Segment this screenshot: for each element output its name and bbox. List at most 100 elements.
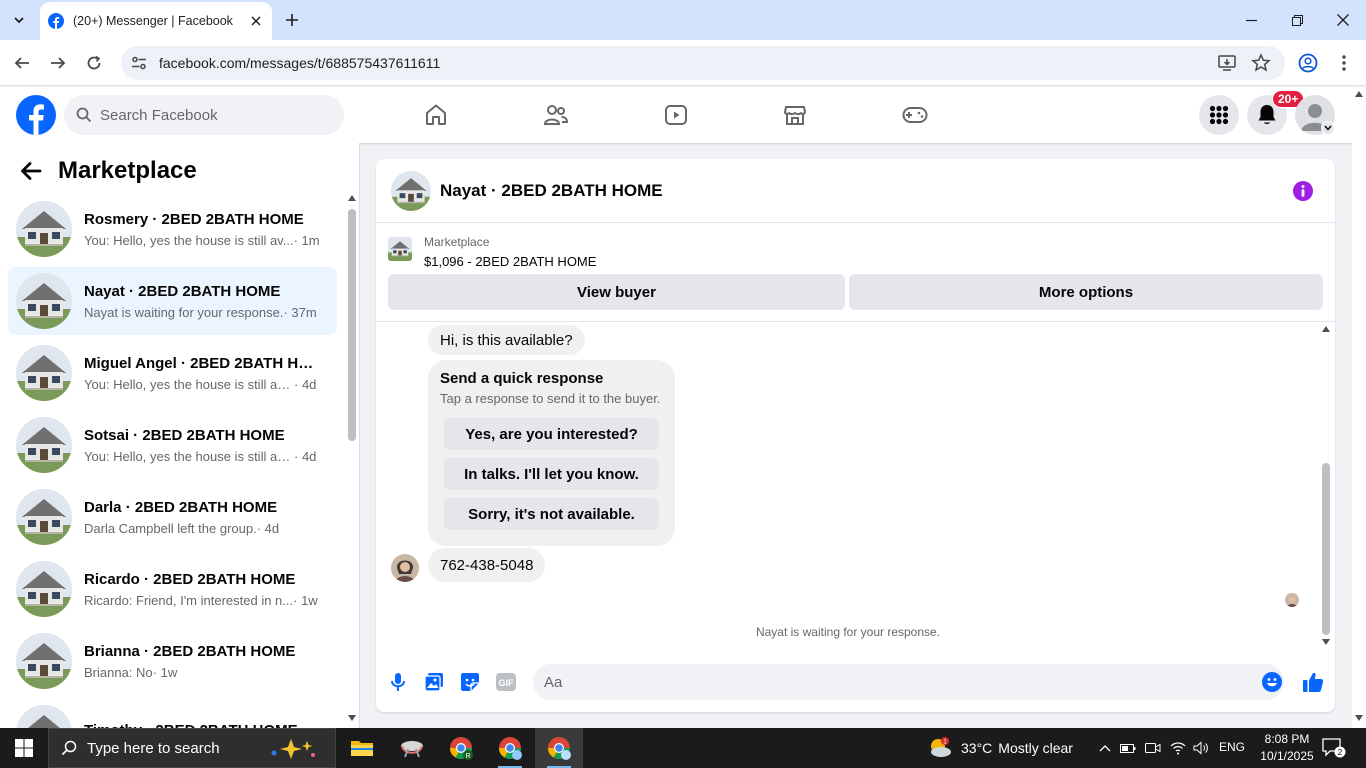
conversation-item[interactable]: Miguel Angel · 2BED 2BATH HO... You: Hell…	[8, 339, 337, 407]
sidebar-scrollbar[interactable]	[345, 195, 359, 725]
chevron-down-icon[interactable]	[1321, 121, 1335, 135]
sticker-icon[interactable]	[458, 670, 482, 694]
quick-response-option[interactable]: Sorry, it's not available.	[444, 498, 659, 530]
marketplace-nav-icon[interactable]	[765, 91, 825, 139]
chat-scrollbar[interactable]	[1319, 324, 1333, 649]
sidebar-title: Marketplace	[58, 157, 197, 184]
back-button[interactable]	[10, 51, 34, 75]
gaming-nav-icon[interactable]	[885, 91, 945, 139]
conversation-avatar	[16, 705, 72, 728]
sender-avatar[interactable]	[391, 554, 419, 582]
chrome-menu-icon[interactable]	[1332, 51, 1356, 75]
conversation-item[interactable]: Ricardo · 2BED 2BATH HOME Ricardo: Friend…	[8, 555, 337, 623]
gif-icon[interactable]: GIF	[494, 670, 518, 694]
address-bar[interactable]: facebook.com/messages/t/688575437611611	[121, 46, 1285, 80]
view-buyer-button[interactable]: View buyer	[388, 274, 845, 310]
chevron-up-icon[interactable]	[1097, 740, 1113, 756]
tab-search-button[interactable]	[6, 7, 32, 33]
site-settings-icon[interactable]	[129, 55, 149, 71]
info-icon[interactable]	[1293, 181, 1313, 201]
conversation-item[interactable]: Darla · 2BED 2BATH HOME Darla Campbell le…	[8, 483, 337, 551]
weather-condition: Mostly clear	[998, 740, 1073, 756]
photo-icon[interactable]	[422, 670, 446, 694]
chat-header[interactable]: Nayat · 2BED 2BATH HOME	[376, 159, 1335, 223]
battery-icon[interactable]	[1120, 740, 1136, 756]
conversation-avatar	[16, 417, 72, 473]
reload-button[interactable]	[82, 51, 106, 75]
minimize-button[interactable]	[1228, 0, 1274, 40]
chrome-profile-icon-2[interactable]	[486, 728, 534, 768]
meet-now-icon[interactable]	[1145, 740, 1161, 756]
conversation-item[interactable]: Rosmery · 2BED 2BATH HOME You: Hello, yes…	[8, 195, 337, 263]
sidebar-scroll-thumb[interactable]	[348, 209, 356, 441]
conversation-item[interactable]: Brianna · 2BED 2BATH HOME Brianna: No · 1w	[8, 627, 337, 695]
menu-grid-icon[interactable]	[1199, 95, 1239, 135]
volume-icon[interactable]	[1193, 740, 1209, 756]
emoji-icon[interactable]	[1262, 672, 1282, 692]
tab-close-icon[interactable]	[248, 13, 264, 29]
notification-center-icon[interactable]: 2	[1322, 738, 1346, 758]
search-icon	[61, 740, 77, 756]
conversation-preview: Brianna: No	[84, 664, 153, 680]
conversation-name: Darla · 2BED 2BATH HOME	[84, 498, 278, 516]
file-explorer-icon[interactable]	[338, 728, 386, 768]
app-icon[interactable]	[388, 728, 436, 768]
chrome-profile-icon[interactable]	[1296, 51, 1320, 75]
browser-tab-active[interactable]: (20+) Messenger | Facebook	[40, 2, 272, 40]
video-nav-icon[interactable]	[646, 91, 706, 139]
listing-info[interactable]: Marketplace $1,096 - 2BED 2BATH HOME	[388, 233, 596, 269]
system-clock[interactable]: 8:08 PM 10/1/2025	[1252, 731, 1322, 765]
quick-response-option[interactable]: In talks. I'll let you know.	[444, 458, 659, 490]
chrome-profile-active-icon[interactable]	[535, 728, 583, 768]
listing-source: Marketplace	[424, 235, 490, 249]
forward-button[interactable]	[46, 51, 70, 75]
divider	[376, 321, 1335, 322]
weather-temperature: 33°C	[961, 740, 993, 756]
conversation-time: · 37m	[283, 304, 317, 320]
language-indicator[interactable]: ENG	[1219, 740, 1245, 754]
taskbar-search-box[interactable]: Type here to search	[48, 728, 336, 768]
facebook-search-input[interactable]: Search Facebook	[64, 95, 344, 135]
conversation-time: · 1w	[293, 592, 318, 608]
conversation-name: Miguel Angel · 2BED 2BATH HO...	[84, 354, 322, 372]
more-options-button[interactable]: More options	[849, 274, 1323, 310]
back-arrow-icon[interactable]	[20, 161, 42, 181]
microphone-icon[interactable]	[386, 670, 410, 694]
conversation-item[interactable]: Sotsai · 2BED 2BATH HOME You: Hello, yes …	[8, 411, 337, 479]
search-placeholder: Search Facebook	[100, 106, 218, 124]
weather-widget[interactable]: 1 33°C Mostly clear	[928, 728, 1073, 768]
new-tab-button[interactable]	[282, 10, 302, 30]
conversation-name: Ricardo · 2BED 2BATH HOME	[84, 570, 296, 588]
conversation-time: · 1m	[293, 232, 320, 248]
waiting-status: Nayat is waiting for your response.	[755, 625, 941, 639]
page-scrollbar[interactable]	[1352, 87, 1366, 728]
conversation-avatar	[16, 633, 72, 689]
browser-tab-strip: (20+) Messenger | Facebook	[0, 0, 1366, 40]
windows-start-icon[interactable]	[0, 728, 48, 768]
conversation-time: · 4d	[294, 448, 317, 464]
conversation-time: · 4d	[294, 376, 317, 392]
conversation-preview: You: Hello, yes the house is still ava..…	[84, 376, 294, 392]
message-bubble: Hi, is this available?	[428, 325, 585, 355]
restore-button[interactable]	[1274, 0, 1320, 40]
bookmark-star-icon[interactable]	[1251, 53, 1271, 73]
facebook-logo-icon[interactable]	[16, 95, 56, 135]
clock-time: 8:08 PM	[1264, 732, 1310, 746]
close-window-button[interactable]	[1320, 0, 1366, 40]
conversation-item[interactable]: Nayat · 2BED 2BATH HOME Nayat is waiting …	[8, 267, 337, 335]
browser-toolbar: facebook.com/messages/t/688575437611611	[0, 40, 1366, 86]
friends-nav-icon[interactable]	[526, 91, 586, 139]
quick-response-option[interactable]: Yes, are you interested?	[444, 418, 659, 450]
chat-scroll-thumb[interactable]	[1322, 463, 1330, 635]
home-nav-icon[interactable]	[406, 91, 466, 139]
message-input[interactable]: Aa	[533, 664, 1284, 700]
chrome-profile-r-icon[interactable]: R	[437, 728, 485, 768]
wifi-icon[interactable]	[1170, 740, 1186, 756]
install-app-icon[interactable]	[1217, 53, 1237, 73]
conversation-item[interactable]: Timothy · 2BED 2BATH HOME	[8, 699, 337, 728]
listing-thumbnail	[388, 237, 412, 261]
conversation-avatar	[16, 345, 72, 401]
taskbar-search-placeholder: Type here to search	[87, 739, 220, 757]
thumbs-up-icon[interactable]	[1301, 670, 1325, 694]
search-icon	[76, 107, 92, 123]
